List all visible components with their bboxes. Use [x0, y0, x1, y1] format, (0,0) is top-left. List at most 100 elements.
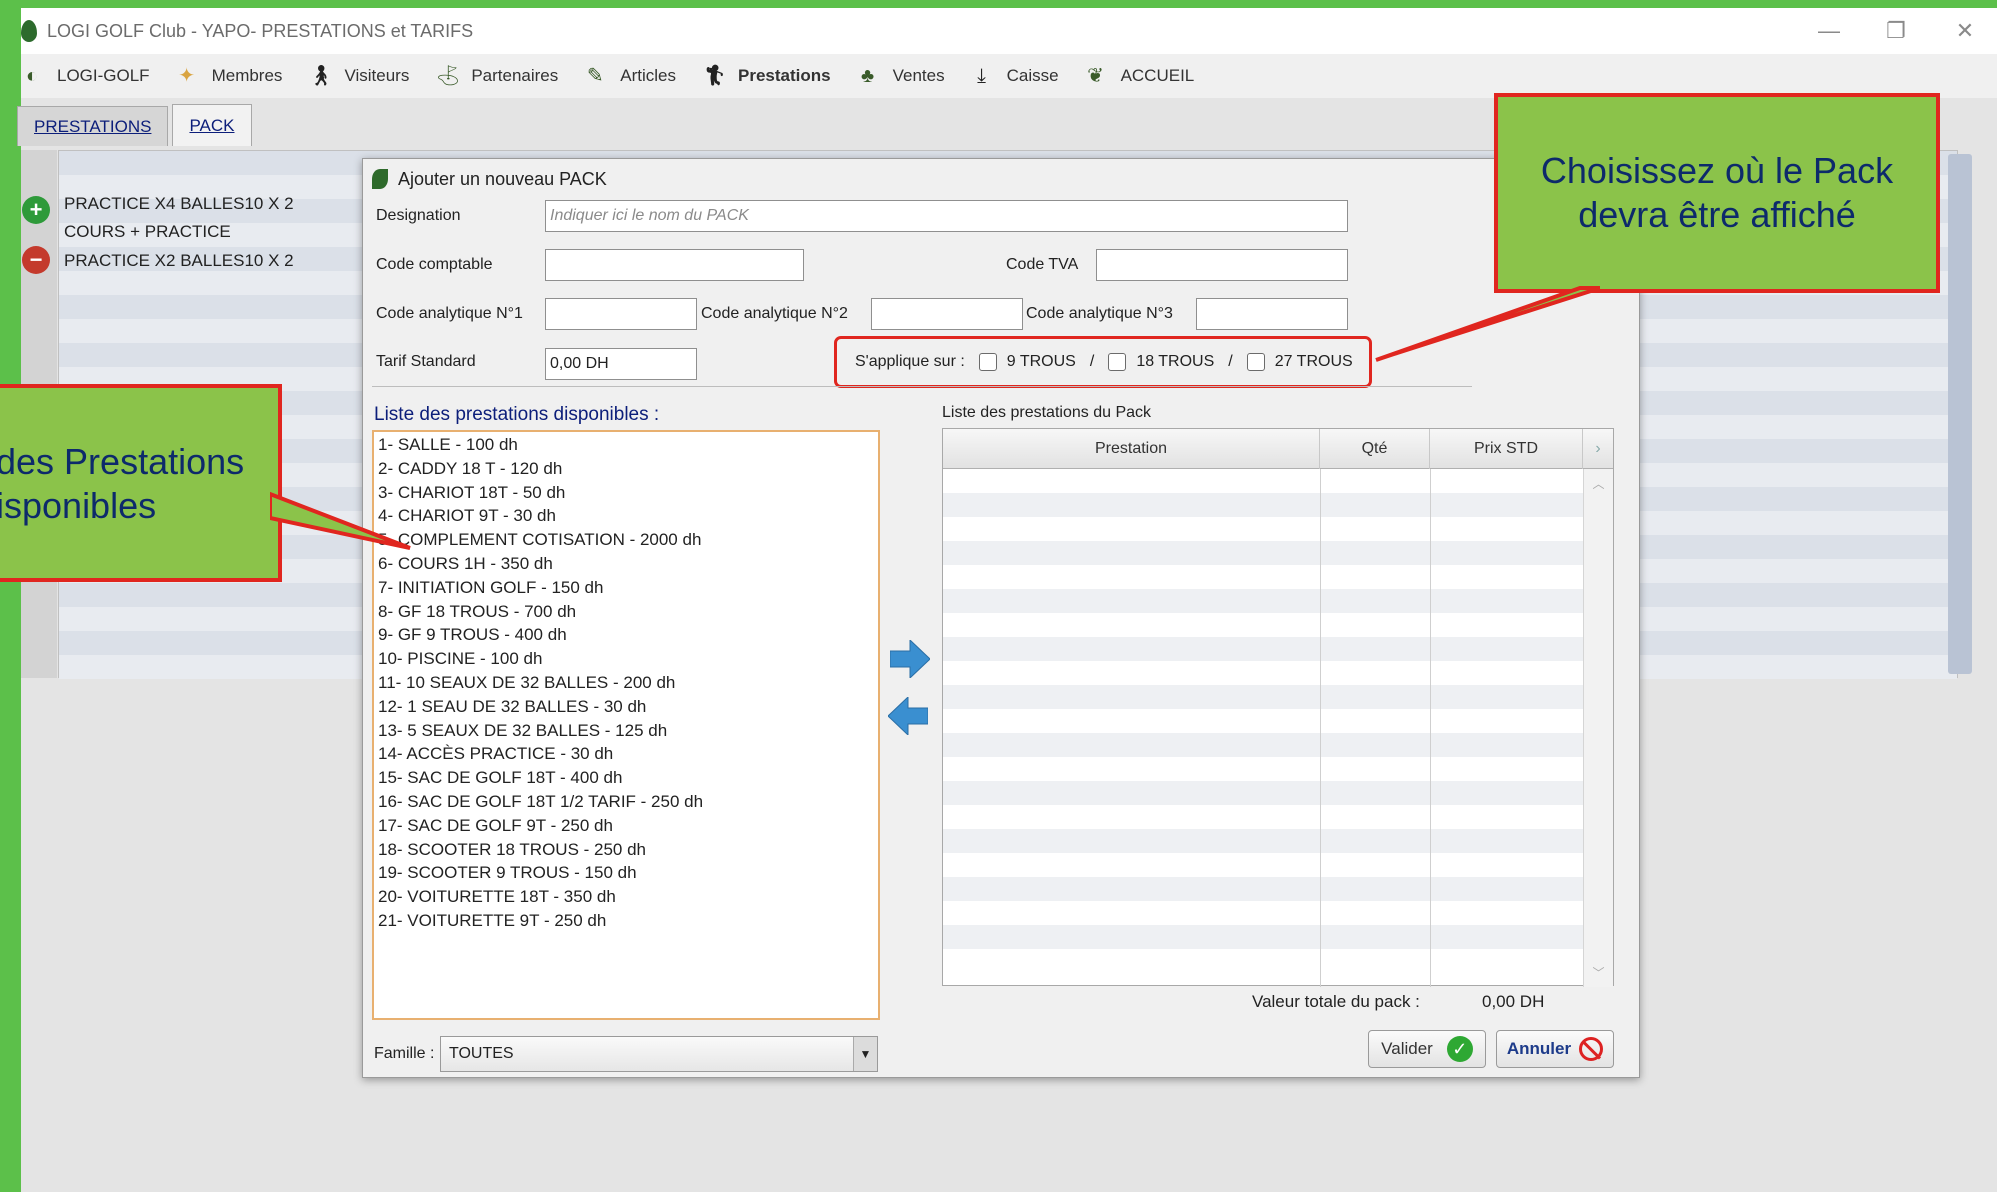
list-item[interactable]: 19- SCOOTER 9 TROUS - 150 dh — [374, 861, 878, 885]
table-row[interactable] — [943, 493, 1583, 517]
column-prix-std[interactable]: Prix STD — [1430, 429, 1583, 469]
column-prestation[interactable]: Prestation — [943, 429, 1320, 469]
list-item[interactable]: 2- CADDY 18 T - 120 dh — [374, 457, 878, 481]
add-to-pack-arrow-icon[interactable] — [890, 640, 930, 678]
list-item[interactable]: 9- GF 9 TROUS - 400 dh — [374, 623, 878, 647]
checkbox-9-trous[interactable] — [978, 353, 997, 371]
valider-button[interactable]: Valider ✓ — [1368, 1030, 1486, 1068]
available-list-title: Liste des prestations disponibles : — [374, 404, 660, 425]
table-row[interactable] — [943, 541, 1583, 565]
designation-label: Designation — [376, 207, 461, 224]
pack-list-title: Liste des prestations du Pack — [942, 404, 1152, 421]
golf-ball-icon: ◐ — [25, 65, 39, 87]
table-row[interactable] — [943, 685, 1583, 709]
code-analytique-3-label: Code analytique N°3 — [1026, 305, 1173, 322]
list-item[interactable]: 18- SCOOTER 18 TROUS - 250 dh — [374, 838, 878, 862]
menu-logi-golf[interactable]: ◐ LOGI-GOLF — [21, 64, 150, 88]
list-item[interactable]: 8- GF 18 TROUS - 700 dh — [374, 600, 878, 624]
list-item[interactable]: 10- PISCINE - 100 dh — [374, 647, 878, 671]
available-prestations-list[interactable]: 1- SALLE - 100 dh 2- CADDY 18 T - 120 dh… — [372, 430, 880, 1020]
menu-caisse[interactable]: ⤓ Caisse — [971, 64, 1058, 88]
code-analytique-2-label: Code analytique N°2 — [701, 305, 848, 322]
column-menu-icon[interactable]: › — [1583, 429, 1613, 469]
code-comptable-label: Code comptable — [376, 256, 493, 273]
menu-articles[interactable]: ✎ Articles — [584, 64, 676, 88]
menu-label: Membres — [211, 66, 283, 85]
checkbox-18-trous[interactable] — [1108, 353, 1127, 371]
menu-prestations[interactable]: 🏌︎ Prestations — [702, 64, 831, 88]
table-row[interactable] — [943, 637, 1583, 661]
dialog-title: Ajouter un nouveau PACK — [398, 168, 607, 189]
list-item[interactable]: 11- 10 SEAUX DE 32 BALLES - 200 dh — [374, 671, 878, 695]
menu-accueil[interactable]: ❦ ACCUEIL — [1085, 64, 1194, 88]
remove-from-pack-arrow-icon[interactable] — [888, 697, 928, 735]
minimize-icon[interactable]: — — [1812, 16, 1846, 46]
pack-prestations-table[interactable]: Prestation Qté Prix STD › ︿ ﹀ — [942, 428, 1614, 987]
scroll-down-icon[interactable]: ﹀ — [1584, 964, 1613, 981]
code-analytique-1-input[interactable] — [545, 298, 697, 330]
callout-pointer-left — [270, 491, 411, 550]
list-item[interactable]: 5- COMPLEMENT COTISATION - 2000 dh — [374, 528, 878, 552]
list-item[interactable]: 14- ACCÈS PRACTICE - 30 dh — [374, 742, 878, 766]
pack-table-scrollbar[interactable]: ︿ ﹀ — [1583, 469, 1613, 987]
total-value: 0,00 DH — [1482, 992, 1545, 1011]
callout-pointer-right — [1375, 286, 1600, 362]
list-item[interactable]: 15- SAC DE GOLF 18T - 400 dh — [374, 766, 878, 790]
table-row[interactable] — [943, 733, 1583, 757]
add-pack-icon[interactable]: + — [22, 196, 50, 224]
menu-visiteurs[interactable]: 🚶︎ Visiteurs — [308, 64, 409, 88]
menu-membres[interactable]: ✦ Membres — [176, 64, 283, 88]
table-row[interactable] — [943, 877, 1583, 901]
checkbox-27-trous[interactable] — [1246, 353, 1265, 371]
close-icon[interactable]: ✕ — [1948, 16, 1982, 46]
callout-display-location: Choisissez où le Pack devra être affiché — [1494, 93, 1940, 293]
menu-label: LOGI-GOLF — [57, 66, 150, 85]
pack-list-item[interactable]: PRACTICE X4 BALLES10 X 2 — [64, 194, 294, 214]
total-label: Valeur totale du pack : — [1252, 992, 1420, 1011]
menu-partenaires[interactable]: ⛳︎ Partenaires — [435, 64, 558, 88]
code-comptable-input[interactable] — [545, 249, 804, 281]
cancel-icon — [1579, 1037, 1604, 1061]
table-row[interactable] — [943, 589, 1583, 613]
list-item[interactable]: 20- VOITURETTE 18T - 350 dh — [374, 885, 878, 909]
members-icon: ✦ — [178, 65, 195, 87]
list-item[interactable]: 4- CHARIOT 9T - 30 dh — [374, 504, 878, 528]
pack-list-scrollbar[interactable] — [1948, 154, 1972, 674]
download-icon: ⤓ — [977, 65, 987, 87]
list-item[interactable]: 21- VOITURETTE 9T - 250 dh — [374, 909, 878, 933]
menu-label: Visiteurs — [344, 66, 410, 85]
tab-bar: PRESTATIONS PACK — [17, 104, 252, 146]
list-item[interactable]: 7- INITIATION GOLF - 150 dh — [374, 576, 878, 600]
list-item[interactable]: 16- SAC DE GOLF 18T 1/2 TARIF - 250 dh — [374, 790, 878, 814]
table-row[interactable] — [943, 925, 1583, 949]
pack-list-item[interactable]: COURS + PRACTICE — [64, 222, 231, 242]
list-item[interactable]: 17- SAC DE GOLF 9T - 250 dh — [374, 814, 878, 838]
annuler-label: Annuler — [1506, 1039, 1572, 1058]
dropdown-arrow-icon[interactable]: ▼ — [853, 1037, 877, 1071]
table-row[interactable] — [943, 829, 1583, 853]
annuler-button[interactable]: Annuler — [1496, 1030, 1614, 1068]
pack-list-item[interactable]: PRACTICE X2 BALLES10 X 2 — [64, 251, 294, 271]
code-tva-input[interactable] — [1096, 249, 1348, 281]
tarif-input[interactable]: 0,00 DH — [545, 348, 697, 380]
list-item[interactable]: 13- 5 SEAUX DE 32 BALLES - 125 dh — [374, 719, 878, 743]
restore-icon[interactable]: ❐ — [1879, 16, 1913, 46]
famille-select[interactable]: TOUTES ▼ — [440, 1036, 878, 1072]
tarif-label: Tarif Standard — [376, 353, 476, 370]
scroll-up-icon[interactable]: ︿ — [1584, 475, 1613, 492]
column-qte[interactable]: Qté — [1320, 429, 1430, 469]
list-item[interactable]: 12- 1 SEAU DE 32 BALLES - 30 dh — [374, 695, 878, 719]
main-menu: ◐ LOGI-GOLF ✦ Membres 🚶︎ Visiteurs ⛳︎ Pa… — [21, 54, 1997, 98]
delete-pack-icon[interactable]: − — [22, 246, 50, 274]
list-item[interactable]: 3- CHARIOT 18T - 50 dh — [374, 481, 878, 505]
tab-prestations[interactable]: PRESTATIONS — [17, 106, 169, 146]
list-item[interactable]: 6- COURS 1H - 350 dh — [374, 552, 878, 576]
sales-icon: ♣ — [861, 65, 875, 87]
code-analytique-2-input[interactable] — [871, 298, 1023, 330]
tab-pack[interactable]: PACK — [172, 104, 252, 146]
table-row[interactable] — [943, 781, 1583, 805]
designation-input[interactable]: Indiquer ici le nom du PACK — [545, 200, 1348, 232]
menu-ventes[interactable]: ♣ Ventes — [857, 64, 945, 88]
list-item[interactable]: 1- SALLE - 100 dh — [374, 433, 878, 457]
divider — [372, 386, 1472, 387]
